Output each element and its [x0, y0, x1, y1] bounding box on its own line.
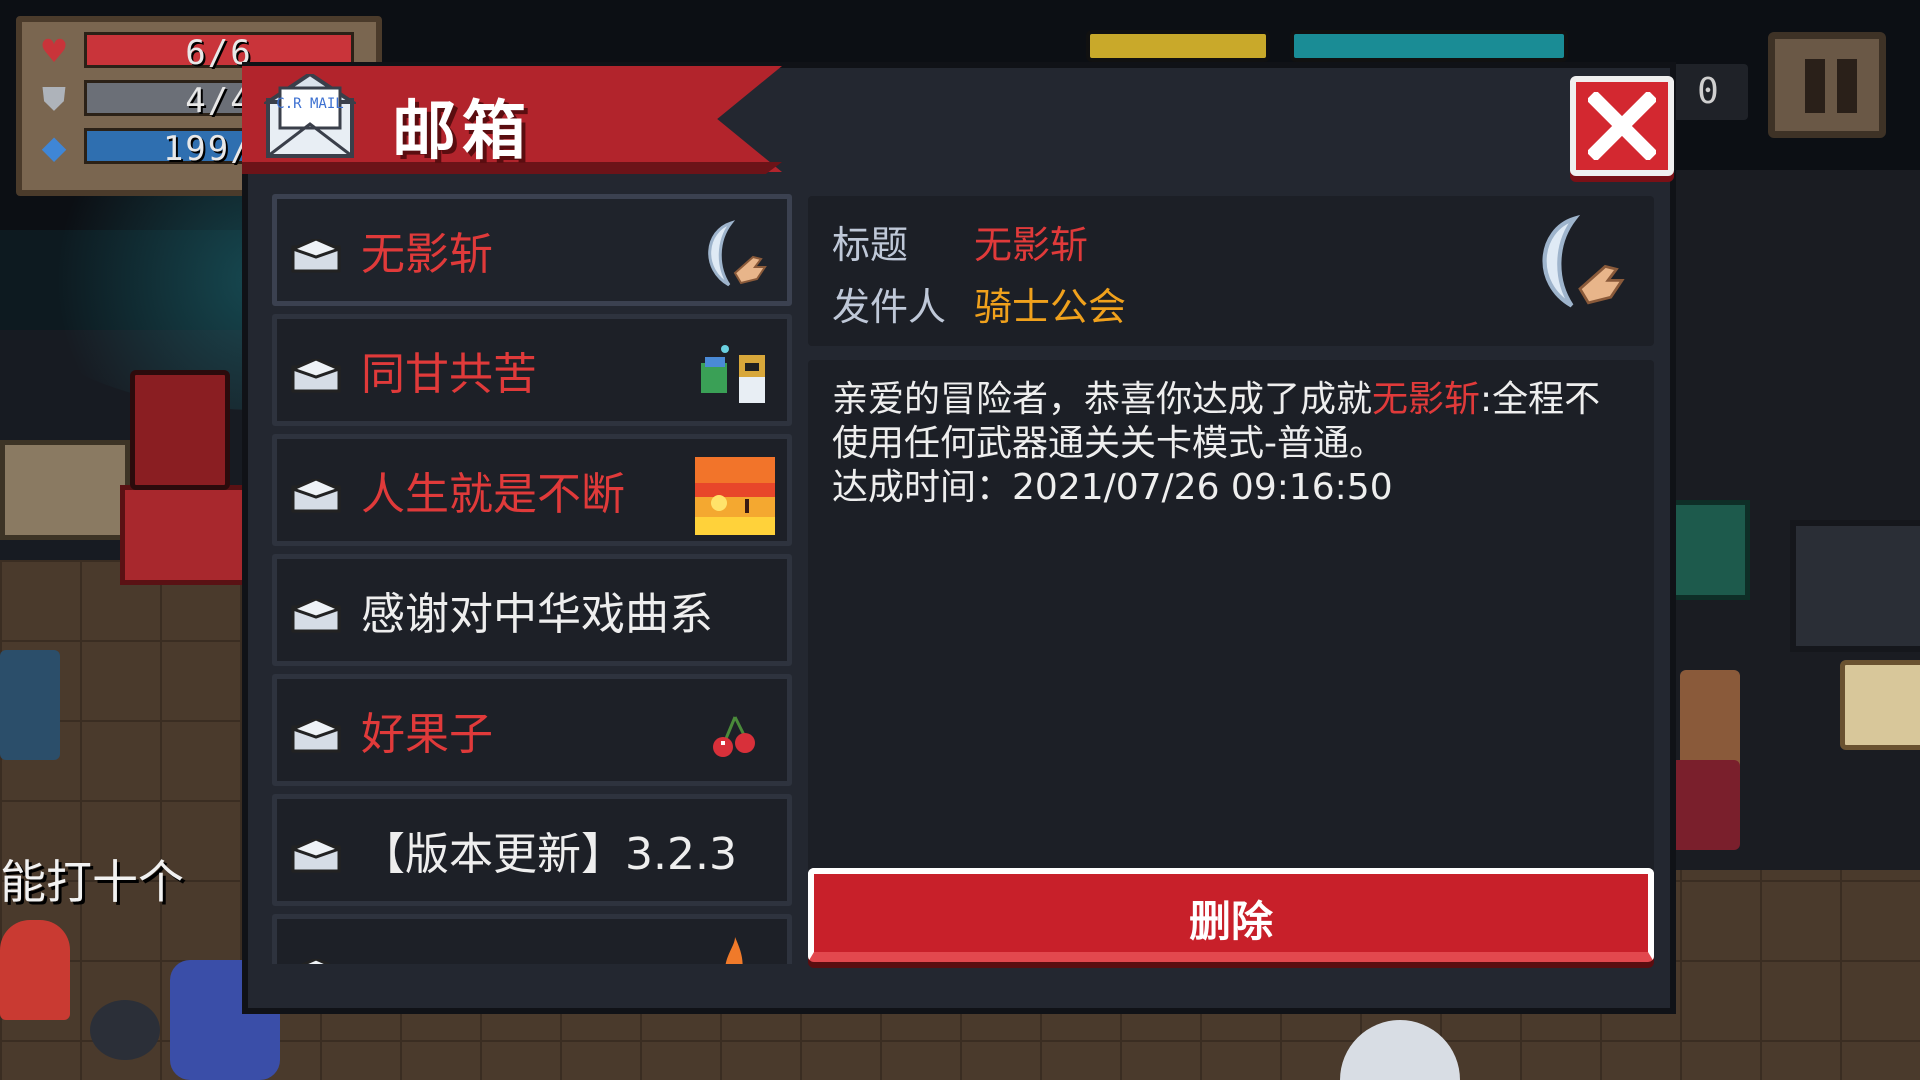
mailbox-title-banner: C.R MAIL 邮箱 — [242, 66, 782, 176]
pause-icon-right — [1837, 59, 1857, 113]
title-key-label: 标题 — [832, 223, 909, 267]
mail-item[interactable]: 好果子 — [272, 674, 792, 786]
mail-detail-body: 亲爱的冒险者，恭喜你达成了成就无影斩:全程不使用任何武器通关关卡模式-普通。 达… — [808, 360, 1654, 920]
body-text-intro: 亲爱的冒险者，恭喜你达成了成就 — [832, 379, 1373, 420]
opened-envelope-icon — [291, 599, 341, 633]
resource-counter: 0 — [1668, 64, 1748, 120]
opened-envelope-icon — [300, 959, 332, 964]
mail-detail-header: 标题 无影斩 发件人 骑士公会 — [808, 196, 1654, 346]
mail-item-label: 无影斩 — [361, 229, 493, 280]
notice-board — [1840, 660, 1920, 750]
close-x-icon — [1588, 92, 1656, 160]
shield-icon: ⛊ — [41, 80, 66, 118]
opened-envelope-icon — [291, 719, 341, 753]
mail-item-label: 人生就是不断 — [361, 469, 625, 520]
pause-button[interactable] — [1768, 32, 1886, 138]
opened-envelope-icon — [291, 239, 341, 273]
cherry-icon — [713, 716, 755, 757]
pause-icon-left — [1805, 59, 1825, 113]
blue-creature-npc — [0, 650, 60, 760]
mailbox-dialog: C.R MAIL 邮箱 无影斩 同甘共苦 人生就是不断 感谢对中华戏曲系 好果子… — [242, 62, 1676, 1014]
player-knight — [0, 920, 70, 1020]
mail-item-partial[interactable] — [272, 914, 792, 964]
top-teal-frame — [1290, 30, 1568, 62]
mail-item[interactable]: 同甘共苦 — [272, 314, 792, 426]
sunset-icon — [695, 457, 775, 535]
sender-value: 骑士公会 — [974, 285, 1127, 329]
mail-envelope-icon: C.R MAIL — [264, 74, 356, 158]
mailbox-inner: C.R MAIL 邮箱 无影斩 同甘共苦 人生就是不断 感谢对中华戏曲系 好果子… — [242, 66, 1674, 1008]
emblem-text: C.R MAIL — [276, 96, 343, 112]
mail-item-label: 好果子 — [361, 709, 493, 760]
mail-item-label: 同甘共苦 — [361, 349, 537, 400]
energy-crystal-icon: ◆ — [41, 128, 67, 166]
flame-icon — [725, 937, 743, 964]
round-pot — [90, 1000, 160, 1060]
opera-npc — [130, 370, 230, 490]
opened-envelope-icon — [291, 479, 341, 513]
mail-item[interactable]: 人生就是不断 — [272, 434, 792, 546]
heart-icon: ♥ — [39, 32, 69, 70]
close-button[interactable] — [1570, 76, 1674, 176]
crescent-moon-hand-icon — [1542, 214, 1625, 308]
opened-envelope-icon — [291, 839, 341, 873]
mail-item[interactable]: 【版本更新】3.2.3 — [272, 794, 792, 906]
title-value: 无影斩 — [974, 223, 1089, 267]
mail-item-label: 【版本更新】3.2.3 — [361, 829, 737, 880]
body-achieved-time: 达成时间：2021/07/26 09:16:50 — [832, 467, 1393, 508]
body-achievement-name: 无影斩 — [1372, 379, 1481, 420]
mailbox-title: 邮箱 — [392, 95, 532, 169]
delete-button[interactable]: 删除 — [808, 868, 1654, 962]
mail-item[interactable]: 感谢对中华戏曲系 — [272, 554, 792, 666]
merchant-stand — [1670, 760, 1740, 850]
mail-item-label: 感谢对中华戏曲系 — [361, 589, 713, 640]
sender-key-label: 发件人 — [832, 285, 947, 329]
crescent-moon-hand-icon — [708, 220, 767, 287]
mail-body-text: 亲爱的冒险者，恭喜你达成了成就无影斩:全程不使用任何武器通关关卡模式-普通。 达… — [832, 378, 1632, 510]
opened-envelope-icon — [291, 359, 341, 393]
mail-list[interactable]: 无影斩 同甘共苦 人生就是不断 感谢对中华戏曲系 好果子 【版本更新】3.2.3 — [272, 194, 792, 964]
top-gold-frame — [1086, 30, 1270, 62]
knight-companions-icon — [701, 345, 765, 403]
mail-item[interactable]: 无影斩 — [272, 194, 792, 306]
npc-speech-text: 能打十个 — [0, 855, 184, 909]
delete-button-label: 删除 — [1188, 897, 1273, 946]
wall-board — [1790, 520, 1920, 652]
shop-sign — [0, 440, 130, 540]
